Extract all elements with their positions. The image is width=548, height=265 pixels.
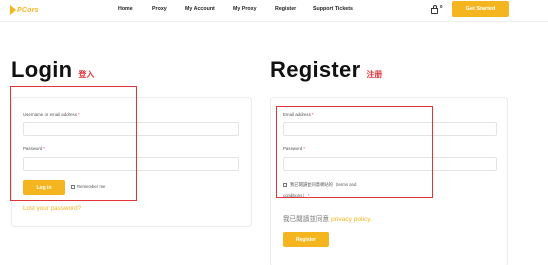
lost-password-link[interactable]: Lost your password? <box>23 205 81 212</box>
required-mark: * <box>303 146 305 151</box>
privacy-policy-text: 我已閱讀並同意 privacy policy. <box>283 213 372 223</box>
cart-button[interactable]: 0 <box>431 4 443 16</box>
nav-my-account[interactable]: My Account <box>185 6 215 12</box>
remember-me-checkbox[interactable] <box>71 185 75 189</box>
register-password-label-text: Password <box>283 146 303 151</box>
username-label-text: Username or email address <box>23 112 77 117</box>
nav-my-proxy[interactable]: My Proxy <box>233 6 257 12</box>
nav-register[interactable]: Register <box>275 6 296 12</box>
register-button[interactable]: Register <box>283 232 329 247</box>
register-title: Register <box>270 57 361 82</box>
password-label-text: Password <box>23 146 43 151</box>
cart-count: 0 <box>440 4 443 9</box>
nav-support-tickets[interactable]: Support Tickets <box>313 6 353 12</box>
get-started-button[interactable]: Get Started <box>452 1 509 17</box>
privacy-policy-link[interactable]: privacy policy. <box>331 216 372 223</box>
terms-label-line-2: conditions） <box>283 193 307 198</box>
login-button[interactable]: Log in <box>23 180 65 195</box>
email-input[interactable] <box>283 122 497 136</box>
required-mark: * <box>77 112 80 117</box>
nav-proxy[interactable]: Proxy <box>152 6 167 12</box>
privacy-prefix: 我已閱讀並同意 <box>283 216 330 223</box>
password-input[interactable] <box>23 157 239 171</box>
shopping-bag-icon <box>431 8 438 14</box>
register-password-input[interactable] <box>283 157 497 171</box>
site-header: PCors Home Proxy My Account My Proxy Reg… <box>0 0 548 22</box>
terms-label-continued: conditions） * <box>283 193 310 199</box>
register-password-label: Password* <box>283 146 305 151</box>
email-label-text: Email address <box>283 112 311 117</box>
nav-home[interactable]: Home <box>118 6 133 12</box>
terms-checkbox[interactable] <box>283 183 287 187</box>
required-mark: * <box>307 193 310 198</box>
remember-me-label[interactable]: Remember me <box>77 184 105 189</box>
register-heading: Register 注册 <box>270 57 382 83</box>
required-mark: * <box>43 146 45 151</box>
login-title-cn: 登入 <box>78 70 95 79</box>
password-label: Password* <box>23 146 45 151</box>
email-label: Email address* <box>283 112 314 117</box>
username-input[interactable] <box>23 122 239 136</box>
login-heading: Login 登入 <box>11 57 94 83</box>
login-title: Login <box>11 57 73 82</box>
required-mark: * <box>311 112 314 117</box>
username-label: Username or email address* <box>23 112 80 117</box>
register-title-cn: 注册 <box>366 70 383 79</box>
terms-label[interactable]: 我已閱讀並同意網站的（terms and <box>290 182 356 188</box>
